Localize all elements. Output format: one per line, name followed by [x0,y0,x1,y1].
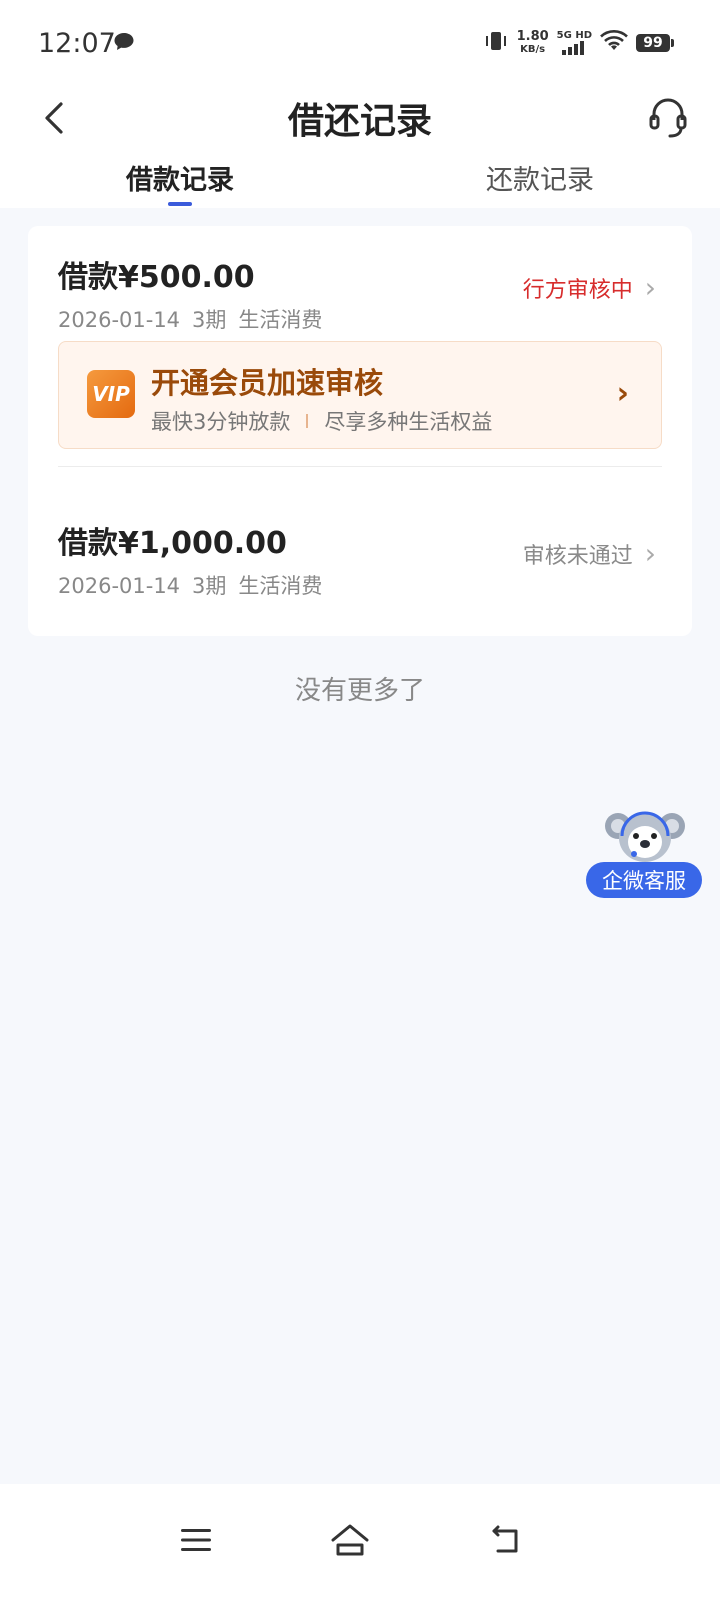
status-icons: 1.80 KB/s 5G HD 99 [483,30,674,56]
koala-mascot-icon [605,811,685,862]
wifi-icon [600,30,628,56]
page-title: 借还记录 [287,101,432,142]
vip-subtitle-left: 最快3分钟放款 [151,410,291,434]
chevron-right-icon: › [616,376,629,411]
loan-meta: 2026-01-14 3期 生活消费 [58,304,668,334]
loan-status[interactable]: 行方审核中 › [523,272,656,304]
active-tab-indicator [168,202,192,206]
chevron-right-icon: › [644,271,656,304]
vibrate-icon [483,30,509,56]
menu-button[interactable] [166,1510,226,1570]
list-end-text: 没有更多了 [294,676,425,706]
back-nav-button[interactable] [476,1510,536,1570]
loan-purpose: 生活消费 [238,574,323,598]
loan-date: 2026-01-14 [58,308,181,332]
loan-status-label: 审核未通过 [522,544,633,569]
signal-indicator: 5G HD [557,31,592,55]
vip-separator [306,414,309,428]
status-bar: 12:07 1.80 KB/s 5G HD 99 [0,0,720,84]
status-time: 12:07 [38,28,116,59]
vip-subtitle: 最快3分钟放款 尽享多种生活权益 [151,406,492,436]
loan-term: 3期 [192,308,227,332]
network-speed: 1.80 KB/s [517,30,549,56]
divider [58,466,662,467]
signal-bars-icon [562,41,585,55]
loan-status-label: 行方审核中 [522,278,633,303]
service-label: 企微客服 [586,862,702,898]
nav-bar: 借还记录 [0,84,720,156]
record-tabs: 借款记录 还款记录 [0,156,720,208]
vip-subtitle-right: 尽享多种生活权益 [324,410,493,434]
loan-meta: 2026-01-14 3期 生活消费 [58,570,668,600]
net-speed-value: 1.80 [516,29,549,44]
network-type: 5G HD [556,30,592,41]
tab-repayment-records[interactable]: 还款记录 [486,158,594,197]
loan-status[interactable]: 审核未通过 › [523,538,656,570]
loan-date: 2026-01-14 [58,574,181,598]
system-nav-bar [0,1484,720,1608]
loan-records-card: 借款¥500.00 2026-01-14 3期 生活消费 行方审核中 › VIP 开… [28,226,692,636]
net-speed-unit: KB/s [520,44,546,55]
headset-icon [649,98,687,138]
customer-service-button[interactable] [640,88,696,148]
return-icon [492,1525,518,1553]
home-icon [331,1524,369,1556]
tab-loan-records[interactable]: 借款记录 [126,158,234,197]
menu-icon [181,1529,211,1551]
loan-purpose: 生活消费 [238,308,323,332]
battery-indicator: 99 [636,34,674,52]
loan-term: 3期 [192,574,227,598]
vip-promo-banner[interactable]: VIP 开通会员加速审核 最快3分钟放款 尽享多种生活权益 › [58,341,662,449]
vip-icon: VIP [87,370,135,418]
home-button[interactable] [320,1510,380,1570]
vip-title: 开通会员加速审核 [151,366,384,400]
chat-bubble-icon [113,32,135,56]
chevron-right-icon: › [644,537,656,570]
floating-customer-service[interactable]: 企微客服 [586,800,702,900]
